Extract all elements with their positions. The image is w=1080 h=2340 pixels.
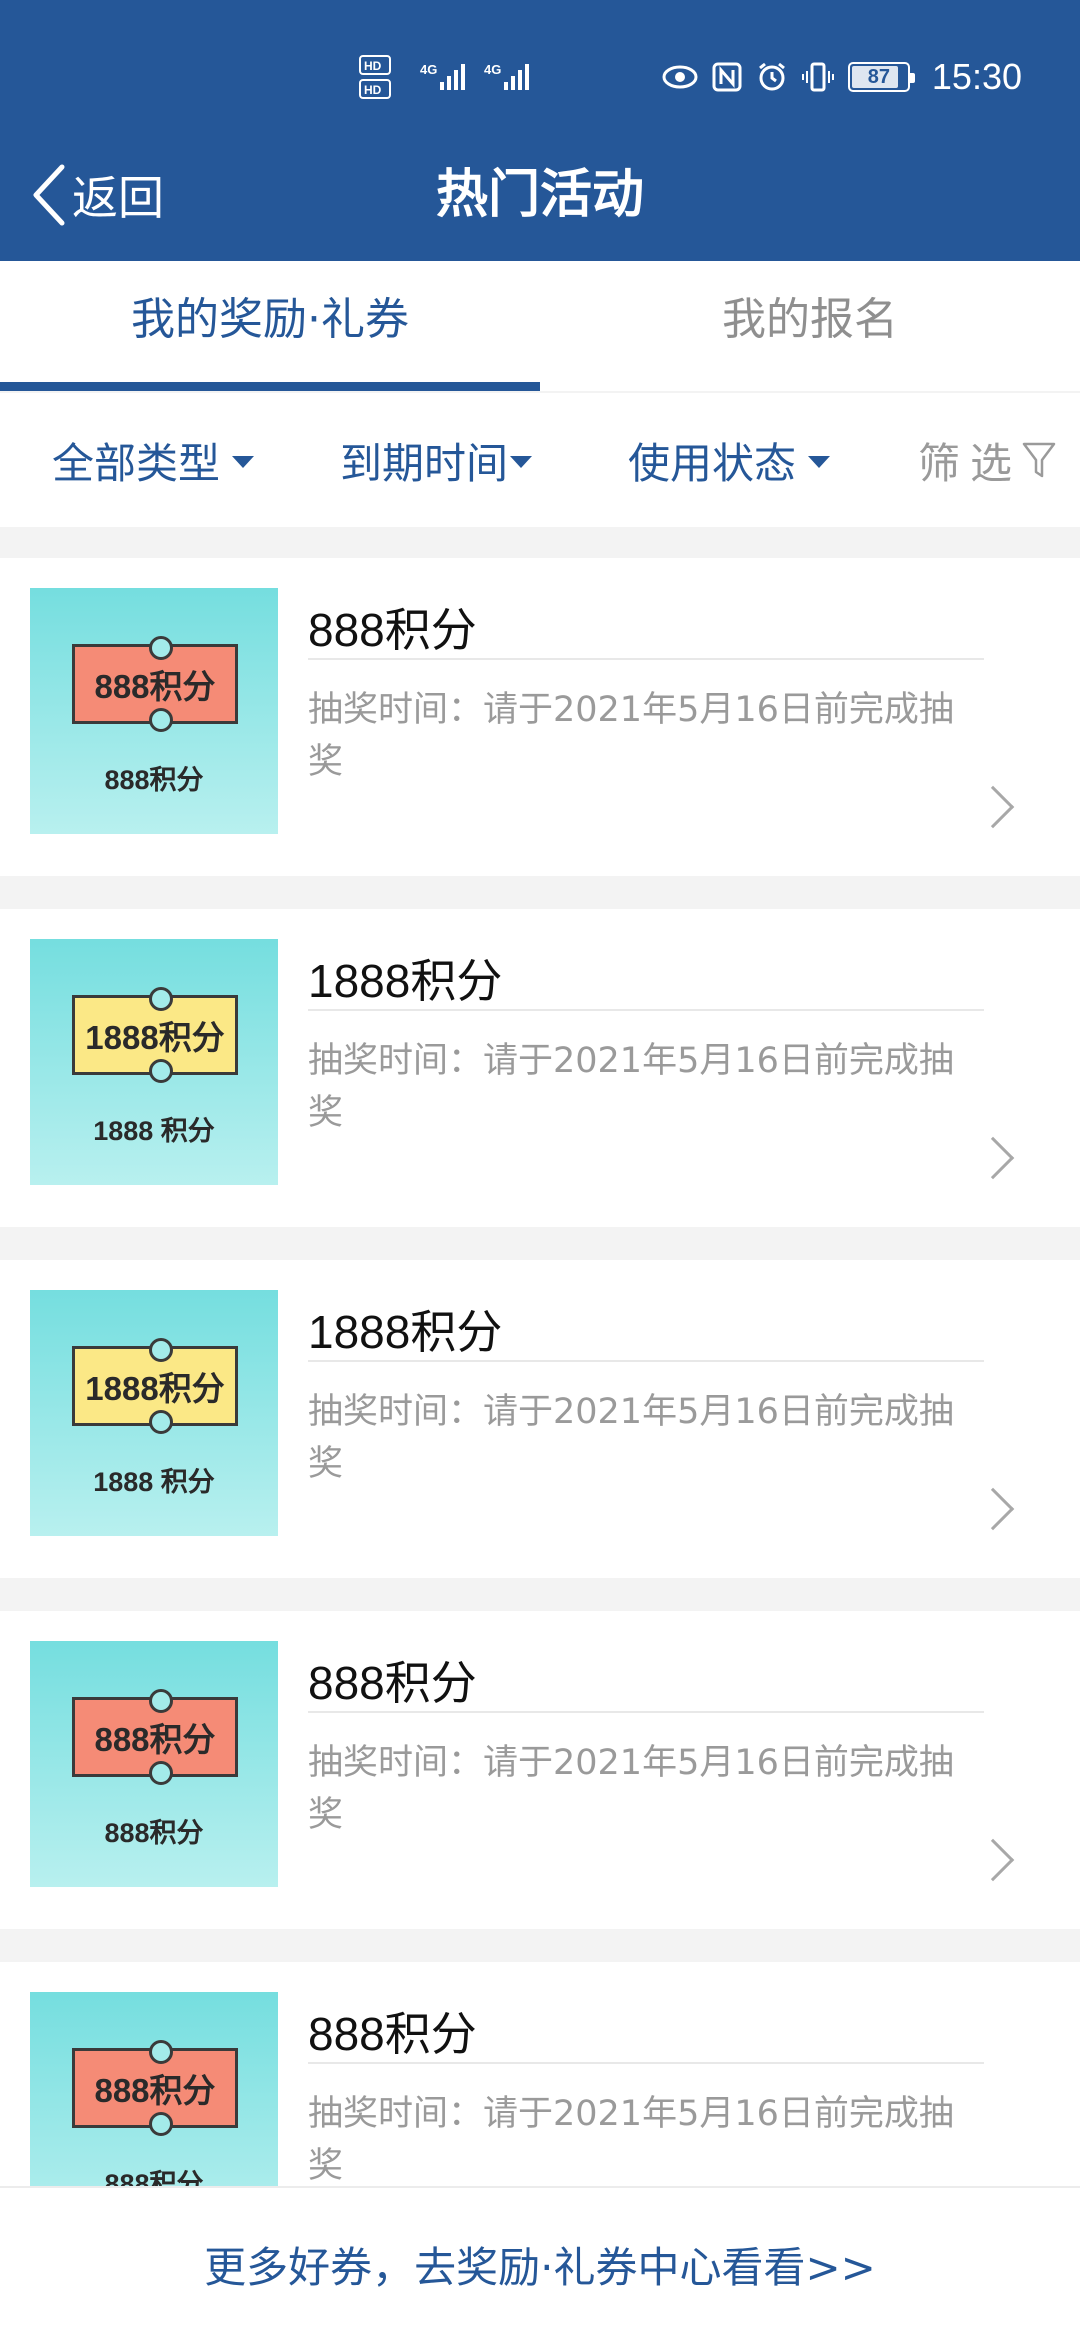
network-1-label: 4G xyxy=(420,62,437,77)
reward-title: 888积分 xyxy=(308,1657,477,1709)
ticket-label: 1888积分 xyxy=(85,1019,225,1056)
signal-icon: HD HD 4G 4G xyxy=(359,55,529,99)
tab-rewards-coupons[interactable]: 我的奖励·礼券 xyxy=(0,261,540,391)
filter-type-dropdown[interactable]: 全部类型 xyxy=(52,393,255,527)
ticket-label: 1888积分 xyxy=(85,1370,225,1407)
vibrate-icon xyxy=(801,62,834,92)
tab-label: 我的报名 xyxy=(722,294,898,345)
divider xyxy=(308,1711,984,1713)
alarm-icon xyxy=(758,62,785,91)
reward-description: 抽奖时间：请于2021年5月16日前完成抽奖 xyxy=(308,1743,954,1835)
ticket-caption: 888积分 xyxy=(104,1818,204,1848)
eye-icon xyxy=(662,65,698,89)
reward-description: 抽奖时间：请于2021年5月16日前完成抽奖 xyxy=(308,690,954,782)
ticket-label: 888积分 xyxy=(94,668,216,705)
reward-card[interactable]: 888积分 888积分 888积分 抽奖时间：请于2021年5月16日前完成抽奖 xyxy=(0,1611,1080,1929)
battery-level: 87 xyxy=(867,65,891,88)
reward-thumbnail: 888积分 888积分 xyxy=(30,588,278,834)
status-bar-right: 87 15:30 xyxy=(662,52,1022,102)
ticket-icon: 1888积分 xyxy=(72,987,238,1083)
chevron-right-icon xyxy=(971,1487,1015,1531)
ticket-label: 888积分 xyxy=(94,1721,216,1758)
status-clock: 15:30 xyxy=(931,56,1022,97)
ticket-icon: 888积分 xyxy=(72,1689,238,1785)
bottom-bar: 更多好券，去奖励·礼券中心看看>> xyxy=(0,2186,1080,2340)
chevron-right-icon xyxy=(971,785,1015,829)
reward-title: 888积分 xyxy=(308,2008,477,2060)
divider xyxy=(308,658,984,660)
tab-bar: 我的奖励·礼券 我的报名 xyxy=(0,261,1080,391)
divider xyxy=(308,2062,984,2064)
reward-title: 1888积分 xyxy=(308,1306,503,1358)
svg-text:HD: HD xyxy=(364,59,382,73)
network-2-label: 4G xyxy=(484,62,501,77)
top-bar: HD HD 4G 4G 87 15:30 返回 热门活动 xyxy=(0,0,1080,261)
ticket-label: 888积分 xyxy=(94,2072,216,2109)
filter-status-dropdown[interactable]: 使用状态 xyxy=(628,393,831,527)
page-title: 热门活动 xyxy=(435,165,644,225)
divider xyxy=(308,1360,984,1362)
nfc-icon xyxy=(712,62,742,92)
ticket-icon: 888积分 xyxy=(72,2040,238,2136)
reward-thumbnail: 1888积分 1888 积分 xyxy=(30,1290,278,1536)
chevron-right-icon xyxy=(971,1838,1015,1882)
divider xyxy=(308,1009,984,1011)
tab-label: 我的奖励·礼券 xyxy=(131,294,409,345)
filter-expiry-label: 到期时间 xyxy=(340,438,509,488)
funnel-icon xyxy=(1022,442,1056,478)
ticket-icon: 888积分 xyxy=(72,636,238,732)
battery-icon: 87 xyxy=(847,62,915,92)
nav-bar: 返回 热门活动 xyxy=(0,150,1080,240)
reward-description: 抽奖时间：请于2021年5月16日前完成抽奖 xyxy=(308,1392,954,1484)
reward-description: 抽奖时间：请于2021年5月16日前完成抽奖 xyxy=(308,2094,954,2186)
filter-bar: 全部类型 到期时间 使用状态 筛选 xyxy=(0,393,1080,527)
status-bar-signals: HD HD 4G 4G xyxy=(358,52,548,102)
caret-down-icon xyxy=(510,456,533,468)
filter-type-label: 全部类型 xyxy=(52,438,221,488)
ticket-caption: 1888 积分 xyxy=(93,1116,215,1146)
reward-description: 抽奖时间：请于2021年5月16日前完成抽奖 xyxy=(308,1041,954,1133)
reward-thumbnail: 1888积分 1888 积分 xyxy=(30,939,278,1185)
reward-card[interactable]: 1888积分 1888 积分 1888积分 抽奖时间：请于2021年5月16日前… xyxy=(0,909,1080,1227)
chevron-right-icon xyxy=(971,1136,1015,1180)
tab-my-registrations[interactable]: 我的报名 xyxy=(540,261,1080,391)
caret-down-icon xyxy=(808,456,831,468)
filter-screen-button[interactable]: 筛选 xyxy=(918,393,1056,527)
caret-down-icon xyxy=(232,456,255,468)
filter-expiry-dropdown[interactable]: 到期时间 xyxy=(340,393,533,527)
coupon-center-link[interactable]: 更多好券，去奖励·礼券中心看看>> xyxy=(204,2234,876,2295)
ticket-caption: 888积分 xyxy=(104,765,204,795)
svg-text:HD: HD xyxy=(364,83,382,97)
filter-screen-label: 筛选 xyxy=(918,438,1023,488)
reward-card[interactable]: 1888积分 1888 积分 1888积分 抽奖时间：请于2021年5月16日前… xyxy=(0,1260,1080,1578)
ticket-icon: 1888积分 xyxy=(72,1338,238,1434)
reward-title: 1888积分 xyxy=(308,955,503,1007)
reward-title: 888积分 xyxy=(308,604,477,656)
reward-card[interactable]: 888积分 888积分 888积分 抽奖时间：请于2021年5月16日前完成抽奖 xyxy=(0,558,1080,876)
filter-status-label: 使用状态 xyxy=(628,438,797,488)
reward-thumbnail: 888积分 888积分 xyxy=(30,1641,278,1887)
ticket-caption: 1888 积分 xyxy=(93,1467,215,1497)
tab-active-indicator xyxy=(0,382,540,391)
